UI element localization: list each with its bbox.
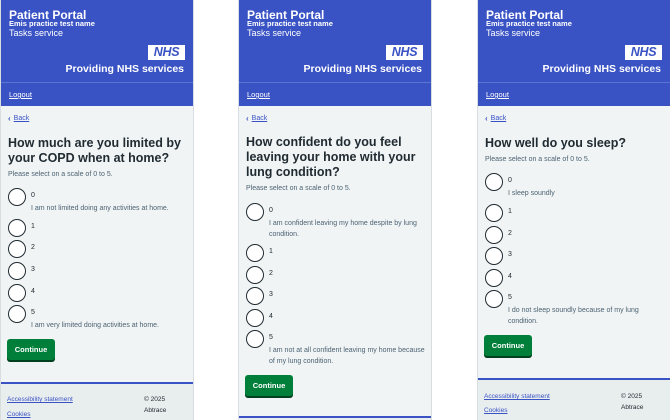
option-value: 5 — [269, 334, 273, 341]
option-value: 5 — [31, 309, 35, 316]
option-value: 4 — [508, 273, 512, 280]
header-divider — [239, 82, 431, 83]
service-name: Tasks service — [9, 28, 64, 38]
option-value: 1 — [508, 208, 512, 215]
site-footer: Accessibility statement Cookies © 2025 A… — [478, 378, 670, 420]
copyright: © 2025 Abtrace — [144, 395, 184, 416]
providing-text: Providing NHS services — [65, 63, 184, 75]
option-value: 0 — [269, 207, 273, 214]
nhs-logo: NHS — [625, 45, 662, 60]
continue-button[interactable]: Continue — [7, 339, 55, 360]
header-divider — [478, 82, 670, 83]
radio-button[interactable] — [246, 203, 264, 221]
radio-button[interactable] — [8, 188, 26, 206]
back-link[interactable]: ‹ Back — [246, 114, 267, 123]
radio-button[interactable] — [8, 219, 26, 237]
radio-button[interactable] — [485, 204, 503, 222]
site-footer: Accessibility statement Cookies © 2025 A… — [1, 382, 193, 420]
option-value: 0 — [31, 192, 35, 199]
scale-hint: Please select on a scale of 0 to 5. — [8, 171, 113, 178]
logout-link[interactable]: Logout — [247, 90, 270, 99]
back-label: Back — [13, 115, 30, 122]
site-footer — [239, 416, 431, 420]
practice-name: Emis practice test name — [486, 19, 572, 28]
copyright: © 2025 Abtrace — [621, 392, 661, 413]
back-label: Back — [490, 115, 507, 122]
logout-link[interactable]: Logout — [486, 90, 509, 99]
radio-button[interactable] — [485, 226, 503, 244]
option-description: I am not limited doing any activities at… — [31, 205, 169, 212]
service-name: Tasks service — [247, 28, 302, 38]
service-name: Tasks service — [486, 28, 541, 38]
option-value: 5 — [508, 294, 512, 301]
providing-text: Providing NHS services — [303, 63, 422, 75]
copyright-year: © 2025 — [144, 396, 166, 403]
radio-button[interactable] — [485, 247, 503, 265]
radio-button[interactable] — [485, 290, 503, 308]
question-heading: How much are you limited by your COPD wh… — [8, 136, 181, 165]
radio-button[interactable] — [485, 173, 503, 191]
option-value: 1 — [31, 223, 35, 230]
scale-hint: Please select on a scale of 0 to 5. — [485, 156, 590, 163]
option-value: 2 — [508, 230, 512, 237]
option-value: 3 — [269, 291, 273, 298]
option-value: 3 — [508, 251, 512, 258]
back-label: Back — [251, 115, 268, 122]
radio-button[interactable] — [485, 269, 503, 287]
chevron-left-icon: ‹ — [8, 114, 11, 123]
nhs-logo: NHS — [386, 45, 423, 60]
accessibility-link[interactable]: Accessibility statement — [484, 393, 550, 400]
radio-button[interactable] — [246, 330, 264, 348]
radio-button[interactable] — [246, 244, 264, 262]
cookies-link[interactable]: Cookies — [484, 407, 507, 414]
question-panel-copd-home: Patient Portal Emis practice test name T… — [0, 0, 194, 420]
option-description: I am confident leaving my home despite b… — [269, 220, 417, 238]
logout-link[interactable]: Logout — [9, 90, 32, 99]
question-heading: How confident do you feel leaving your h… — [246, 135, 416, 179]
continue-button[interactable]: Continue — [245, 375, 293, 396]
option-value: 2 — [31, 244, 35, 251]
option-description: I am very limited doing activities at ho… — [31, 322, 159, 329]
radio-button[interactable] — [246, 309, 264, 327]
option-description: I do not sleep soundly because of my lun… — [508, 307, 639, 325]
cookies-link[interactable]: Cookies — [7, 411, 30, 418]
question-heading: How well do you sleep? — [485, 136, 626, 150]
back-link[interactable]: ‹ Back — [8, 114, 29, 123]
radio-button[interactable] — [8, 305, 26, 323]
radio-button[interactable] — [246, 266, 264, 284]
accessibility-link[interactable]: Accessibility statement — [7, 396, 73, 403]
radio-button[interactable] — [8, 240, 26, 258]
nhs-logo: NHS — [148, 45, 185, 60]
copyright-year: © 2025 — [621, 393, 643, 400]
radio-button[interactable] — [246, 287, 264, 305]
company-name: Abtrace — [144, 406, 167, 414]
screenshot-stage: Patient Portal Emis practice test name T… — [0, 0, 670, 420]
providing-text: Providing NHS services — [542, 63, 661, 75]
option-value: 4 — [31, 288, 35, 295]
header-divider — [1, 82, 193, 83]
chevron-left-icon: ‹ — [485, 114, 488, 123]
continue-button[interactable]: Continue — [484, 335, 532, 356]
option-value: 0 — [508, 177, 512, 184]
practice-name: Emis practice test name — [247, 19, 333, 28]
question-panel-sleep: Patient Portal Emis practice test name T… — [477, 0, 670, 420]
company-name: Abtrace — [621, 403, 644, 411]
option-value: 4 — [269, 313, 273, 320]
option-description: I sleep soundly — [508, 190, 555, 197]
question-panel-confidence: Patient Portal Emis practice test name T… — [238, 0, 432, 420]
site-header: Patient Portal Emis practice test name T… — [1, 0, 193, 106]
radio-button[interactable] — [8, 284, 26, 302]
option-description: I am not at all confident leaving my hom… — [269, 347, 425, 365]
site-header: Patient Portal Emis practice test name T… — [478, 0, 670, 106]
radio-button[interactable] — [8, 262, 26, 280]
option-value: 1 — [269, 248, 273, 255]
practice-name: Emis practice test name — [9, 19, 95, 28]
back-link[interactable]: ‹ Back — [485, 114, 506, 123]
option-value: 3 — [31, 266, 35, 273]
site-header: Patient Portal Emis practice test name T… — [239, 0, 431, 106]
option-value: 2 — [269, 270, 273, 277]
scale-hint: Please select on a scale of 0 to 5. — [246, 185, 351, 192]
chevron-left-icon: ‹ — [246, 114, 249, 123]
